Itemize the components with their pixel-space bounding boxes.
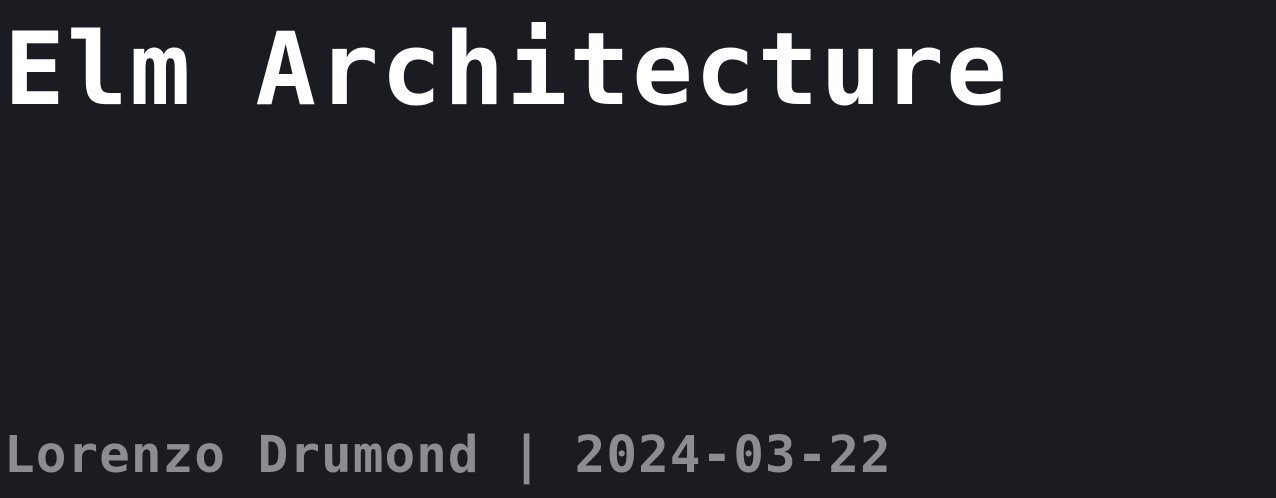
slide-title: Elm Architecture (4, 10, 1009, 128)
author-date-line: Lorenzo Drumond | 2024-03-22 (4, 426, 892, 485)
slide: Elm Architecture Lorenzo Drumond | 2024-… (0, 0, 1276, 498)
